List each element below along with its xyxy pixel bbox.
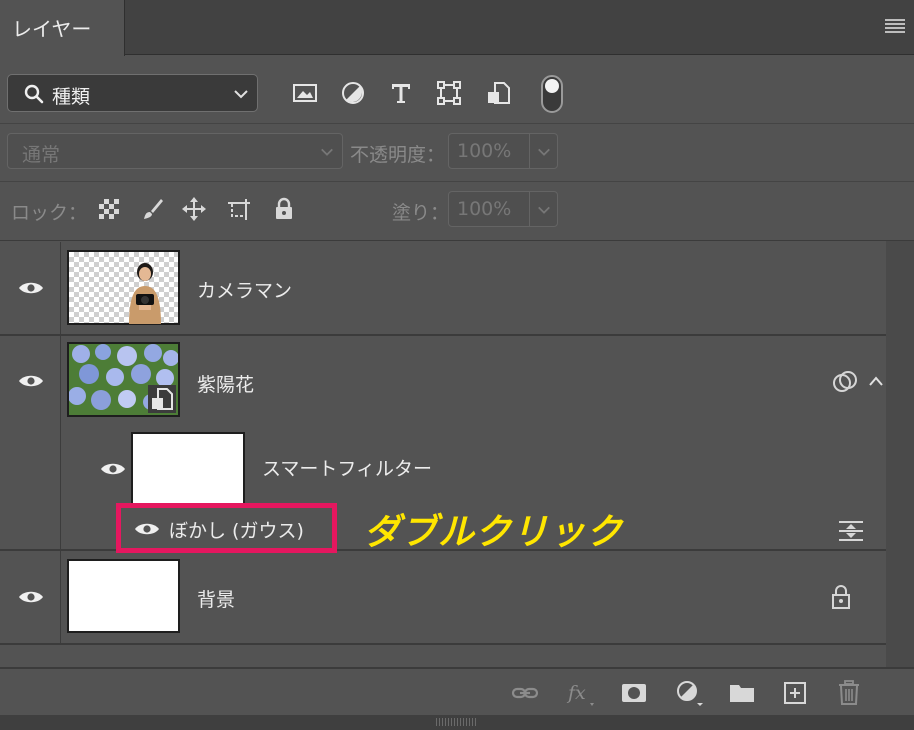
fx-icon[interactable]: fx bbox=[566, 679, 594, 707]
lock-image-pixels-icon[interactable] bbox=[139, 196, 165, 222]
chevron-down-icon bbox=[538, 148, 550, 156]
filter-smart-object-icon[interactable] bbox=[485, 79, 513, 107]
new-layer-icon[interactable] bbox=[781, 679, 809, 707]
panel-resize-strip[interactable] bbox=[0, 715, 914, 730]
divider bbox=[0, 240, 914, 241]
adjustment-layer-icon[interactable] bbox=[675, 679, 703, 707]
smart-filter-effects-icon[interactable] bbox=[832, 370, 858, 394]
filter-kind-label: 種類 bbox=[52, 86, 91, 108]
resize-grip[interactable] bbox=[436, 718, 476, 726]
chevron-up-icon[interactable] bbox=[868, 374, 884, 388]
layer-filter-select[interactable]: 種類 bbox=[7, 74, 258, 112]
new-group-folder-icon[interactable] bbox=[728, 679, 756, 707]
visibility-column bbox=[0, 336, 61, 549]
smart-filter-mask-thumbnail bbox=[131, 432, 245, 506]
filter-toggle-switch[interactable] bbox=[541, 75, 563, 113]
svg-text:fx: fx bbox=[566, 682, 586, 704]
layers-scrollbar[interactable] bbox=[886, 241, 914, 667]
eye-icon[interactable] bbox=[100, 460, 126, 478]
tab-layers[interactable]: レイヤー bbox=[0, 0, 125, 56]
lock-icon[interactable] bbox=[830, 584, 852, 610]
opacity-field[interactable]: 100% bbox=[448, 133, 558, 169]
layer-row-background[interactable]: 背景 bbox=[0, 551, 886, 643]
fill-label: 塗り： bbox=[392, 202, 450, 224]
search-icon bbox=[24, 84, 44, 104]
lock-all-icon[interactable] bbox=[271, 196, 297, 222]
eye-icon[interactable] bbox=[18, 588, 44, 606]
layer-row-cameraman[interactable]: カメラマン bbox=[0, 242, 886, 334]
blend-mode-select[interactable]: 通常 bbox=[7, 133, 343, 169]
panel-menu-icon[interactable] bbox=[885, 19, 905, 35]
filter-adjustment-icon[interactable] bbox=[339, 79, 367, 107]
person-photo bbox=[129, 263, 161, 324]
chevron-down-icon bbox=[234, 90, 248, 99]
opacity-value: 100% bbox=[457, 140, 512, 162]
smart-filter-label[interactable]: スマートフィルター bbox=[262, 454, 432, 481]
eye-icon[interactable] bbox=[18, 279, 44, 297]
layer-name[interactable]: 背景 bbox=[197, 585, 235, 612]
layer-thumbnail-hydrangea bbox=[67, 342, 180, 417]
fill-value: 100% bbox=[457, 198, 512, 220]
filter-blending-options-icon[interactable] bbox=[838, 520, 864, 542]
blend-mode-value: 通常 bbox=[22, 144, 61, 166]
smart-object-badge bbox=[148, 385, 176, 413]
tab-layers-label: レイヤー bbox=[12, 17, 92, 41]
chevron-down-icon bbox=[321, 148, 333, 156]
lock-artboard-icon[interactable] bbox=[226, 196, 252, 222]
link-layers-icon[interactable] bbox=[511, 679, 539, 707]
lock-position-icon[interactable] bbox=[181, 196, 207, 222]
opacity-label: 不透明度： bbox=[350, 144, 446, 166]
divider bbox=[0, 181, 914, 182]
layer-thumbnail-cameraman bbox=[67, 250, 180, 325]
filter-type-icon[interactable] bbox=[387, 79, 415, 107]
double-click-callout: ダブルクリック bbox=[364, 512, 624, 553]
bottom-toolbar: fx bbox=[0, 667, 914, 715]
layer-thumbnail-background bbox=[67, 559, 180, 633]
trash-icon[interactable] bbox=[835, 679, 863, 707]
filter-shape-icon[interactable] bbox=[435, 79, 463, 107]
layer-name[interactable]: 紫陽花 bbox=[197, 370, 254, 397]
smart-object-icon bbox=[152, 388, 173, 410]
filter-image-icon[interactable] bbox=[291, 79, 319, 107]
fill-field[interactable]: 100% bbox=[448, 191, 558, 227]
lock-label: ロック： bbox=[11, 202, 88, 224]
layer-name[interactable]: カメラマン bbox=[197, 276, 292, 303]
divider bbox=[0, 643, 886, 645]
toggle-knob bbox=[545, 79, 559, 93]
highlight-box bbox=[116, 503, 337, 553]
chevron-down-icon bbox=[538, 206, 550, 214]
panel-tab-bar: レイヤー bbox=[0, 0, 914, 56]
lock-transparent-pixels-icon[interactable] bbox=[96, 196, 122, 222]
divider bbox=[0, 123, 914, 124]
layer-mask-icon[interactable] bbox=[620, 679, 648, 707]
eye-icon[interactable] bbox=[18, 372, 44, 390]
